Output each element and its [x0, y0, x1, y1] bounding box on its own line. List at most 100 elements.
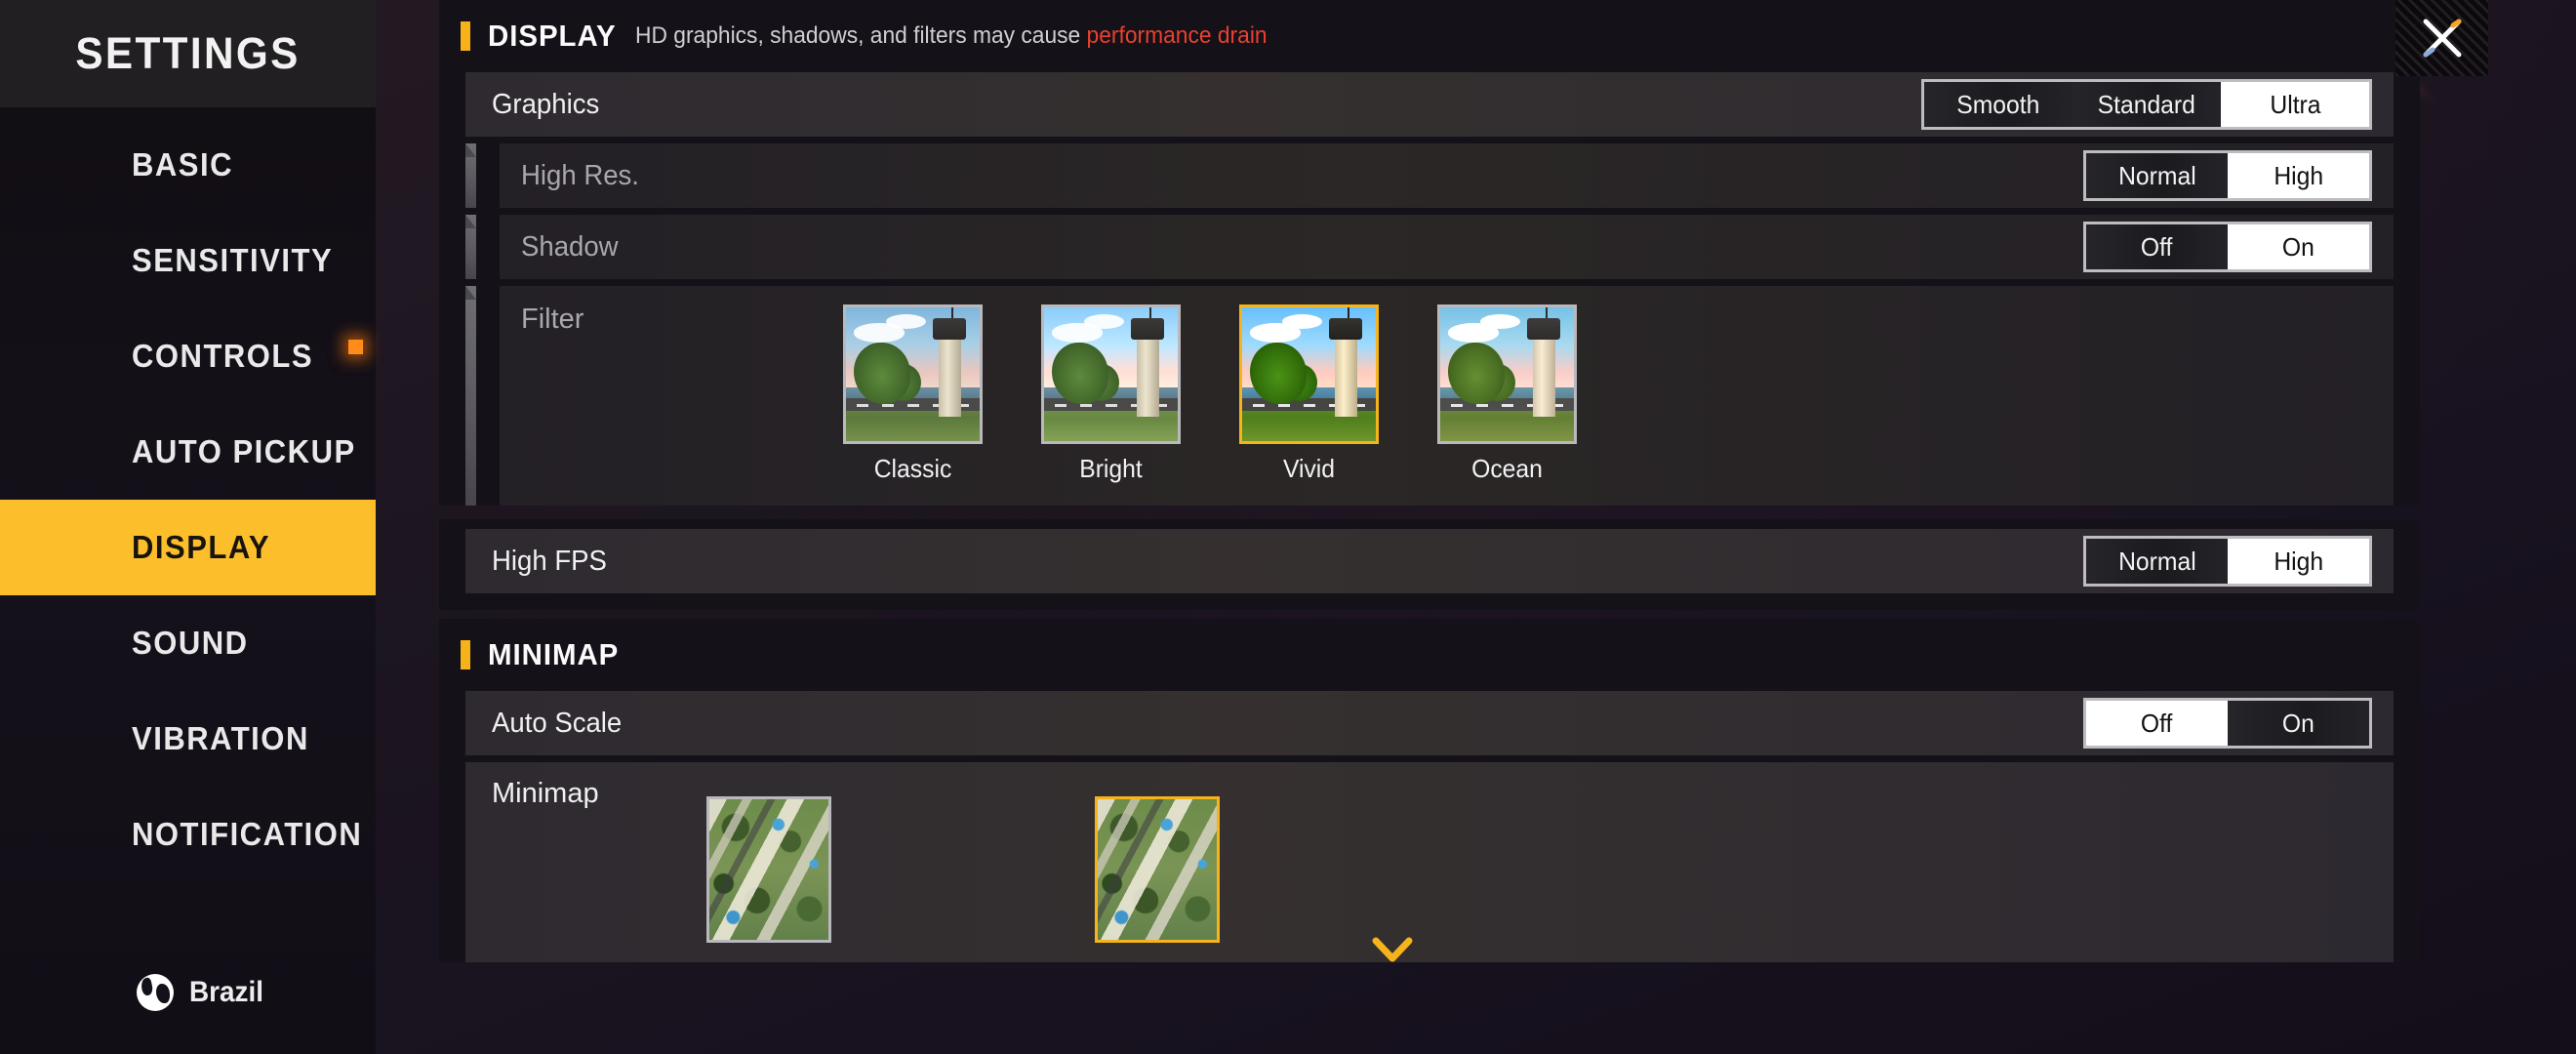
filter-thumbnail — [1437, 304, 1577, 444]
section-note-prefix: HD graphics, shadows, and filters may ca… — [634, 22, 1087, 49]
filter-label: Vivid — [1282, 454, 1336, 483]
sidebar-item-auto-pickup[interactable]: AUTO PICKUP — [0, 404, 376, 500]
graphics-option-standard[interactable]: Standard — [2073, 82, 2221, 127]
page-title: SETTINGS — [75, 28, 301, 78]
scene-preview-image — [846, 307, 980, 441]
subrow-indicator — [465, 143, 476, 208]
graphics-segmented-control: Smooth Standard Ultra — [1921, 79, 2372, 130]
option-label: Off — [2141, 708, 2173, 738]
sidebar-item-basic[interactable]: BASIC — [0, 117, 376, 213]
scene-preview-image — [1440, 307, 1574, 441]
setting-row-shadow: Shadow Off On — [500, 215, 2394, 279]
high-fps-panel: High FPS Normal High — [439, 519, 2420, 610]
filter-thumbnail — [1041, 304, 1181, 444]
auto-scale-option-on[interactable]: On — [2228, 701, 2369, 746]
section-note-warning: performance drain — [1086, 22, 1268, 49]
section-note: HD graphics, shadows, and filters may ca… — [635, 22, 1268, 50]
close-icon — [2423, 19, 2461, 58]
aerial-map-preview — [709, 799, 828, 940]
sidebar-header: SETTINGS — [0, 0, 376, 107]
filter-option-ocean[interactable]: Ocean — [1437, 304, 1577, 484]
high-fps-option-normal[interactable]: Normal — [2086, 539, 2228, 584]
sidebar-item-sensitivity[interactable]: SENSITIVITY — [0, 213, 376, 308]
filter-option-vivid[interactable]: Vivid — [1239, 304, 1379, 484]
filter-thumbnail — [1239, 304, 1379, 444]
shadow-option-on[interactable]: On — [2228, 224, 2369, 269]
setting-row-filter-wrap: Filter Classic Bright Vivid Ocean — [465, 286, 2394, 506]
scroll-down-indicator[interactable] — [1371, 935, 1414, 969]
setting-row-graphics: Graphics Smooth Standard Ultra — [465, 72, 2394, 137]
scene-preview-image — [1044, 307, 1178, 441]
auto-scale-option-off[interactable]: Off — [2086, 701, 2228, 746]
shadow-option-off[interactable]: Off — [2086, 224, 2228, 269]
display-panel: DISPLAY HD graphics, shadows, and filter… — [439, 0, 2420, 506]
filter-option-bright[interactable]: Bright — [1041, 304, 1181, 484]
filter-thumbnail — [843, 304, 983, 444]
option-label: On — [2282, 708, 2314, 738]
sidebar-item-sound[interactable]: SOUND — [0, 595, 376, 691]
sidebar-item-controls[interactable]: CONTROLS — [0, 308, 376, 404]
sidebar-item-label: SOUND — [132, 625, 249, 661]
setting-row-shadow-wrap: Shadow Off On — [465, 215, 2394, 279]
setting-row-filter: Filter Classic Bright Vivid Ocean — [500, 286, 2394, 506]
minimap-option-1[interactable] — [706, 796, 831, 943]
graphics-option-smooth[interactable]: Smooth — [1924, 82, 2073, 127]
high-fps-segmented-control: Normal High — [2083, 536, 2372, 587]
setting-row-minimap: Minimap — [465, 762, 2394, 962]
minimap-options-list — [492, 796, 2367, 943]
minimap-panel: MINIMAP Auto Scale Off On Minimap — [439, 619, 2420, 962]
setting-row-high-res: High Res. Normal High — [500, 143, 2394, 208]
filter-label: Classic — [873, 454, 952, 483]
locale-label: Brazil — [189, 976, 263, 1008]
sidebar-nav: BASIC SENSITIVITY CONTROLS AUTO PICKUP D… — [0, 117, 376, 882]
setting-row-high-fps: High FPS Normal High — [465, 529, 2394, 593]
setting-label: Graphics — [492, 88, 600, 120]
high-res-option-normal[interactable]: Normal — [2086, 153, 2228, 198]
sidebar-item-label: BASIC — [132, 146, 234, 182]
locale-selector[interactable]: Brazil — [137, 974, 269, 1011]
aerial-map-preview — [1098, 799, 1217, 940]
auto-scale-segmented-control: Off On — [2083, 698, 2372, 749]
option-label: High — [2274, 546, 2323, 576]
display-section-header: DISPLAY HD graphics, shadows, and filter… — [439, 0, 2420, 72]
globe-icon — [137, 974, 174, 1011]
high-fps-option-high[interactable]: High — [2228, 539, 2369, 584]
subrow-indicator — [465, 286, 476, 506]
option-label: High — [2274, 160, 2323, 190]
graphics-option-ultra[interactable]: Ultra — [2221, 82, 2369, 127]
section-title: MINIMAP — [488, 637, 620, 671]
sidebar: SETTINGS BASIC SENSITIVITY CONTROLS AUTO… — [0, 0, 376, 1054]
close-button[interactable] — [2395, 0, 2488, 76]
section-accent-bar — [461, 640, 470, 669]
setting-label: Shadow — [521, 230, 619, 263]
setting-row-high-res-wrap: High Res. Normal High — [465, 143, 2394, 208]
filter-option-classic[interactable]: Classic — [843, 304, 983, 484]
filter-options-list: Classic Bright Vivid Ocean — [521, 304, 2372, 484]
notification-badge-icon — [348, 340, 363, 354]
sidebar-item-notification[interactable]: NOTIFICATION — [0, 787, 376, 882]
settings-screen: SETTINGS BASIC SENSITIVITY CONTROLS AUTO… — [0, 0, 2576, 1054]
scene-preview-image — [1242, 307, 1376, 441]
sidebar-item-vibration[interactable]: VIBRATION — [0, 691, 376, 787]
settings-content: DISPLAY HD graphics, shadows, and filter… — [439, 0, 2420, 1054]
minimap-section-header: MINIMAP — [439, 619, 2420, 691]
sidebar-item-label: NOTIFICATION — [132, 816, 363, 852]
option-label: On — [2282, 231, 2314, 262]
sidebar-item-display[interactable]: DISPLAY — [0, 500, 376, 595]
high-res-option-high[interactable]: High — [2228, 153, 2369, 198]
option-label: Normal — [2117, 160, 2196, 190]
setting-label: High FPS — [492, 545, 607, 577]
option-label: Normal — [2117, 546, 2196, 576]
sidebar-item-label: VIBRATION — [132, 720, 309, 756]
minimap-option-2[interactable] — [1095, 796, 1220, 943]
section-title: DISPLAY — [488, 19, 617, 53]
filter-label: Ocean — [1471, 454, 1543, 483]
section-accent-bar — [461, 21, 470, 51]
sidebar-item-label: DISPLAY — [132, 529, 271, 565]
sidebar-item-label: CONTROLS — [132, 338, 314, 374]
filter-label: Bright — [1079, 454, 1143, 483]
option-label: Off — [2141, 231, 2173, 262]
chevron-down-icon — [1372, 937, 1413, 962]
high-res-segmented-control: Normal High — [2083, 150, 2372, 201]
shadow-segmented-control: Off On — [2083, 222, 2372, 272]
